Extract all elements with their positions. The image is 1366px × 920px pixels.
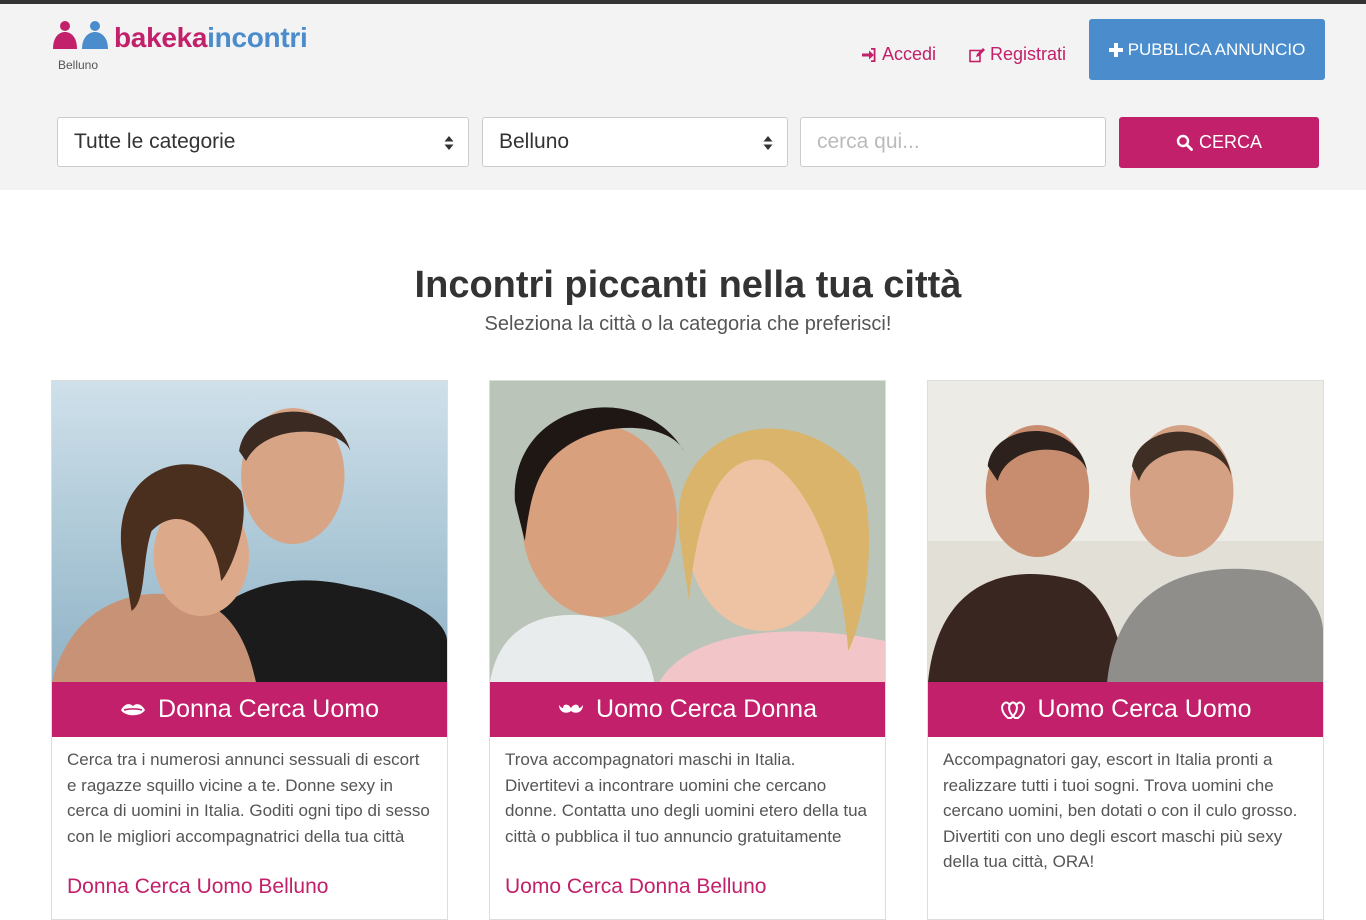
publish-label: PUBBLICA ANNUNCIO	[1127, 39, 1306, 59]
sort-caret-icon	[444, 136, 454, 150]
category-card-donna-cerca-uomo: Donna Cerca Uomo Cerca tra i numerosi an…	[51, 380, 448, 920]
card-city-link[interactable]: Donna Cerca Uomo Belluno	[67, 875, 328, 899]
plus-icon	[1108, 42, 1123, 57]
search-button[interactable]: CERCA	[1119, 117, 1319, 168]
card-photo-couple-2[interactable]	[490, 381, 885, 682]
logo-part-1: bakeka	[114, 22, 208, 53]
couple-photo	[490, 381, 885, 682]
page-subtitle: Seleziona la città o la categoria che pr…	[484, 313, 892, 335]
city-value: Belluno	[499, 130, 570, 153]
search-icon	[1176, 134, 1193, 151]
card-city-link[interactable]: Uomo Cerca Donna Belluno	[505, 875, 766, 899]
card-description: Accompagnatori gay, escort in Italia pro…	[943, 750, 1298, 871]
card-title: Donna Cerca Uomo	[158, 695, 379, 723]
double-heart-icon	[1000, 701, 1025, 719]
logo-couple-icon	[53, 21, 108, 49]
card-photo-couple-3[interactable]	[928, 381, 1323, 682]
login-link[interactable]: Accedi	[861, 44, 936, 65]
card-description: Trova accompagnatori maschi in Italia. D…	[505, 750, 867, 846]
logo[interactable]: bakekaincontri Belluno	[52, 20, 322, 80]
card-photo-couple-1[interactable]	[52, 381, 447, 682]
page-title: Incontri piccanti nella tua città	[414, 264, 962, 306]
logo-wordmark: bakekaincontri	[114, 21, 308, 55]
register-label: Registrati	[990, 44, 1067, 64]
card-title: Uomo Cerca Uomo	[1037, 695, 1252, 723]
edit-icon	[969, 47, 985, 62]
sort-caret-icon	[763, 136, 773, 150]
couple-photo	[928, 381, 1323, 682]
category-card-uomo-cerca-uomo: Uomo Cerca Uomo Accompagnatori gay, esco…	[927, 380, 1324, 920]
logo-part-2: incontri	[207, 22, 308, 53]
search-input[interactable]	[800, 117, 1106, 167]
lips-icon	[121, 703, 146, 715]
publish-ad-button[interactable]: PUBBLICA ANNUNCIO	[1089, 19, 1325, 80]
card-title-bar[interactable]: Donna Cerca Uomo	[52, 682, 447, 737]
search-button-label: CERCA	[1198, 132, 1262, 152]
card-description: Cerca tra i numerosi annunci sessuali di…	[67, 750, 430, 846]
sign-in-icon	[862, 47, 876, 62]
card-title-bar[interactable]: Uomo Cerca Uomo	[928, 682, 1323, 737]
category-value: Tutte le categorie	[74, 130, 236, 153]
card-title-bar[interactable]: Uomo Cerca Donna	[490, 682, 885, 737]
couple-photo	[52, 381, 447, 682]
register-link[interactable]: Registrati	[969, 44, 1066, 65]
category-select[interactable]: Tutte le categorie	[57, 117, 469, 167]
logo-city: Belluno	[58, 58, 99, 72]
city-select[interactable]: Belluno	[482, 117, 788, 167]
mustache-icon	[559, 704, 584, 713]
category-card-uomo-cerca-donna: Uomo Cerca Donna Trova accompagnatori ma…	[489, 380, 886, 920]
login-label: Accedi	[882, 44, 937, 64]
card-title: Uomo Cerca Donna	[596, 695, 817, 723]
site-header: bakekaincontri Belluno Accedi Registrati…	[0, 4, 1366, 190]
